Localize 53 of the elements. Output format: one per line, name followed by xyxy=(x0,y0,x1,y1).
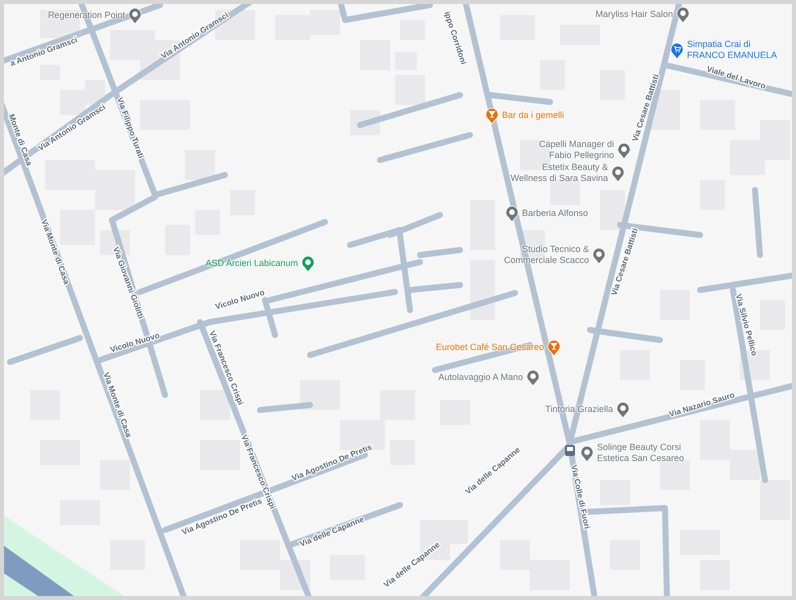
place-pin-icon[interactable] xyxy=(505,204,519,222)
place-label[interactable]: Regeneration Point xyxy=(48,10,125,20)
street-label: Monte di Casa xyxy=(6,112,34,167)
street-label: Via Cesare Battisti xyxy=(610,227,640,297)
place-label[interactable]: Maryliss Hair Salon xyxy=(595,8,673,20)
place-label[interactable]: Studio Tecnico & Commerciale Scacco xyxy=(504,244,589,266)
street-label: Via Monte di Casa xyxy=(101,371,134,438)
street-label: Vicolo Nuovo xyxy=(109,330,161,354)
place-pin-icon[interactable] xyxy=(301,254,315,272)
street-label: Viale del Lavoro xyxy=(706,64,767,91)
building xyxy=(600,480,630,505)
place-label[interactable]: ASD Arcieri Labicanum xyxy=(205,258,298,268)
street-label: Via Cesare Battisti xyxy=(630,73,661,143)
building xyxy=(85,80,105,105)
building xyxy=(760,480,790,520)
cocktail-glass-icon[interactable] xyxy=(485,106,499,124)
shopping-cart-icon[interactable] xyxy=(670,42,684,58)
place-pin-icon[interactable] xyxy=(592,246,606,264)
place-label[interactable]: Eurobet Café San Cesareo xyxy=(436,342,544,352)
place-label[interactable]: Autolavaggio A Mano xyxy=(438,372,523,382)
place-label[interactable]: Capelli Manager di Fabio Pellegrino xyxy=(538,139,614,161)
place-pin-icon[interactable] xyxy=(616,400,630,418)
place-pin-icon[interactable] xyxy=(128,6,142,24)
cocktail-glass-icon[interactable] xyxy=(547,338,561,356)
building xyxy=(310,10,340,35)
building xyxy=(300,380,340,410)
building xyxy=(395,75,425,105)
street-label: Via Filippo Turati xyxy=(115,96,146,160)
place-pin-icon[interactable] xyxy=(611,164,625,182)
building xyxy=(730,450,760,480)
street-label: Via Nazario Sauro xyxy=(668,390,736,419)
building xyxy=(95,170,135,210)
building xyxy=(200,390,230,420)
bus-stop-icon xyxy=(565,445,575,456)
place-pin-icon[interactable] xyxy=(617,142,631,158)
place-label[interactable]: Simpatia Crai di FRANCO EMANUELA xyxy=(687,39,778,61)
place-label[interactable]: Bar da i gemelli xyxy=(502,110,564,120)
street-label: Via Monte di Casa xyxy=(39,218,72,286)
place-label[interactable]: Tintoria Graziella xyxy=(545,404,613,414)
road xyxy=(752,187,763,258)
place-pin-icon[interactable] xyxy=(676,6,690,22)
building xyxy=(185,150,215,180)
place-label[interactable]: Barberia Alfonso xyxy=(522,208,588,218)
place-pin-icon[interactable] xyxy=(580,444,594,462)
place-pin-icon[interactable] xyxy=(526,368,540,386)
building xyxy=(600,190,625,230)
street-label: Via Silvio Pellico xyxy=(734,293,759,357)
street-label: Vicolo Nuovo xyxy=(214,288,266,312)
street-label: Via Colle di Fuori xyxy=(569,464,592,530)
place-label[interactable]: Solinge Beauty Corsi Estetica San Cesareo xyxy=(597,442,684,464)
building xyxy=(470,260,495,320)
building xyxy=(100,460,130,490)
place-label[interactable]: Estetix Beauty & Wellness di Sara Savina xyxy=(510,162,608,184)
